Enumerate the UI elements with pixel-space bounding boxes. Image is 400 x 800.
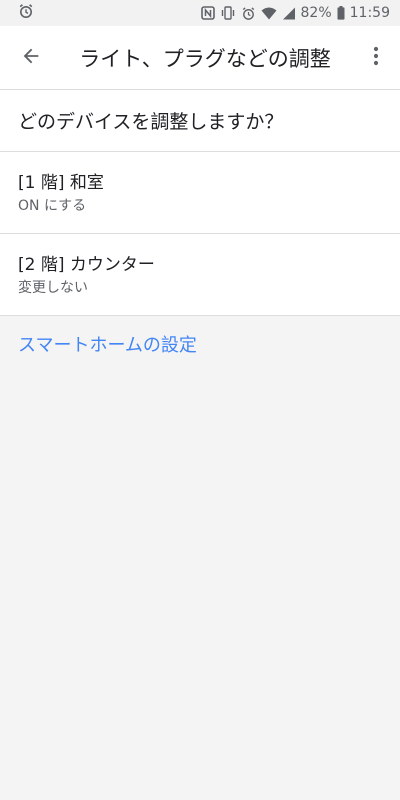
page-title: ライト、プラグなどの調整 [79, 46, 331, 71]
clock-time: 11:59 [349, 5, 390, 21]
arrow-back-icon [20, 45, 42, 71]
question-heading: どのデバイスを調整しますか？ [0, 90, 400, 152]
device-status: 変更しない [18, 280, 88, 296]
more-vert-icon [373, 46, 379, 70]
device-item-counter[interactable]: [2 階] カウンター 変更しない [0, 234, 400, 316]
device-name: [1 階] 和室 [18, 173, 104, 193]
nfc-icon [200, 6, 215, 20]
device-item-washitsu[interactable]: [1 階] 和室 ON にする [0, 152, 400, 234]
status-left [18, 3, 34, 23]
wifi-icon [261, 7, 277, 20]
device-status: ON にする [18, 198, 87, 214]
alarm-icon [241, 6, 256, 21]
device-list-panel: どのデバイスを調整しますか？ [1 階] 和室 ON にする [2 階] カウン… [0, 90, 400, 316]
signal-icon [282, 7, 296, 20]
device-name: [2 階] カウンター [18, 255, 155, 275]
status-right: 82% 11:59 [200, 5, 390, 21]
alarm-icon [18, 3, 34, 23]
vibrate-icon [220, 6, 236, 20]
smart-home-settings-link[interactable]: スマートホームの設定 [18, 331, 197, 357]
status-bar: 82% 11:59 [0, 0, 400, 26]
app-bar: ライト、プラグなどの調整 [0, 26, 400, 90]
back-button[interactable] [0, 26, 62, 90]
more-options-button[interactable] [352, 26, 400, 90]
battery-icon [337, 6, 345, 20]
battery-percentage: 82% [300, 5, 332, 21]
settings-link-row: スマートホームの設定 [0, 316, 400, 372]
